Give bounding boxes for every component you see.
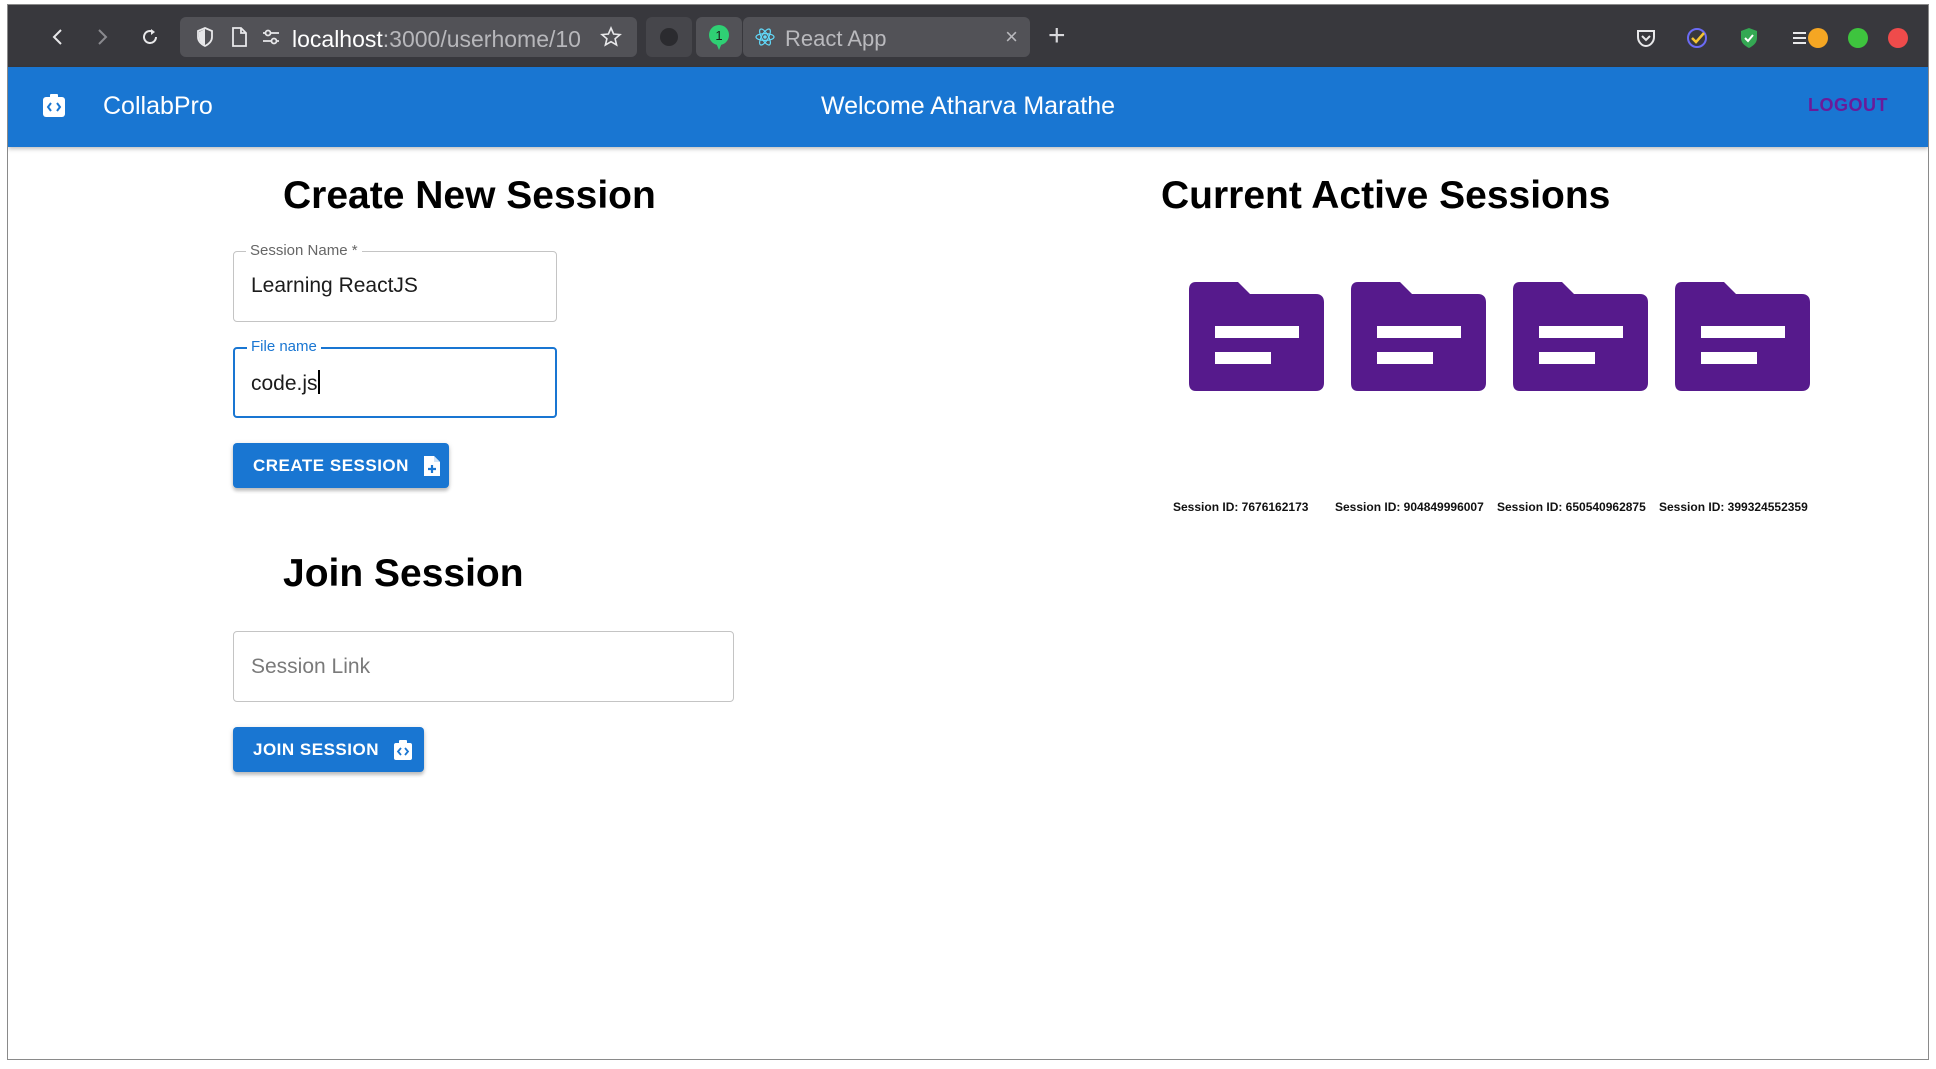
session-link-input[interactable] [234,632,733,701]
browser-window: localhost:3000/userhome/10 1 React App ×… [7,4,1929,1060]
logout-button[interactable]: LOGOUT [1808,95,1888,116]
tab-react-app[interactable]: React App × [743,17,1030,57]
session-id-label: Session ID: 7676162173 [1173,500,1309,514]
session-id-label: Session ID: 650540962875 [1497,500,1646,514]
close-window-button[interactable] [1888,28,1908,48]
session-link-field[interactable] [233,631,734,702]
maximize-window-button[interactable] [1848,28,1868,48]
reload-icon [143,29,157,44]
join-session-button-label: JOIN SESSION [253,739,379,759]
browser-toolbar: localhost:3000/userhome/10 1 React App ×… [8,5,1928,67]
session-name-label: Session Name * [246,242,362,259]
join-session-button[interactable]: JOIN SESSION [233,727,424,772]
session-id-label: Session ID: 399324552359 [1659,500,1808,514]
active-sessions-title: Current Active Sessions [1161,174,1611,217]
tab-close-button[interactable]: × [1005,24,1018,50]
back-arrow-icon [52,29,62,45]
react-logo-icon [755,28,775,46]
reload-button[interactable] [136,23,164,51]
forward-button[interactable] [88,23,116,51]
welcome-message: Welcome Atharva Marathe [820,92,1116,120]
add-file-icon [423,455,440,476]
notification-badge-icon: 1 [709,25,729,50]
pinned-tab[interactable] [646,17,692,57]
text-caret [317,370,320,394]
file-name-label: File name [247,338,321,355]
adblock-shield-icon[interactable] [1737,26,1761,50]
session-id-label: Session ID: 904849996007 [1335,500,1484,514]
session-folder-icon[interactable] [1188,280,1325,393]
new-tab-button[interactable]: + [1048,21,1066,51]
pocket-icon[interactable] [1634,26,1658,50]
create-session-button-label: CREATE SESSION [253,455,409,475]
page-icon [232,27,247,47]
session-folder-icon[interactable] [1512,280,1649,393]
app-header: CollabPro Welcome Atharva Marathe LOGOUT [8,67,1928,147]
address-bar[interactable]: localhost:3000/userhome/10 [180,17,637,57]
back-button[interactable] [44,23,72,51]
github-icon [660,28,678,46]
session-name-field[interactable]: Session Name * Learning ReactJS [233,242,557,322]
create-session-button[interactable]: CREATE SESSION [233,443,449,488]
svg-text:1: 1 [715,28,722,43]
join-session-title: Join Session [283,552,524,595]
minimize-window-button[interactable] [1808,28,1828,48]
session-name-value: Learning ReactJS [251,274,418,297]
code-badge-icon [393,739,412,760]
file-name-field[interactable]: File name code.js [233,338,557,418]
shield-icon [197,27,213,48]
task-checkmark-icon[interactable] [1685,26,1709,50]
create-session-title: Create New Session [283,174,656,217]
session-folder-icon[interactable] [1674,280,1811,393]
file-name-value: code.js [251,370,320,395]
bookmark-star-icon[interactable] [600,26,622,48]
tab-title: React App [785,26,887,51]
url-text: localhost:3000/userhome/10 [292,26,581,52]
forward-arrow-icon [98,29,108,45]
permissions-icon [263,29,279,45]
session-folder-icon[interactable] [1350,280,1487,393]
pinned-tab-notifications[interactable]: 1 [696,17,742,57]
